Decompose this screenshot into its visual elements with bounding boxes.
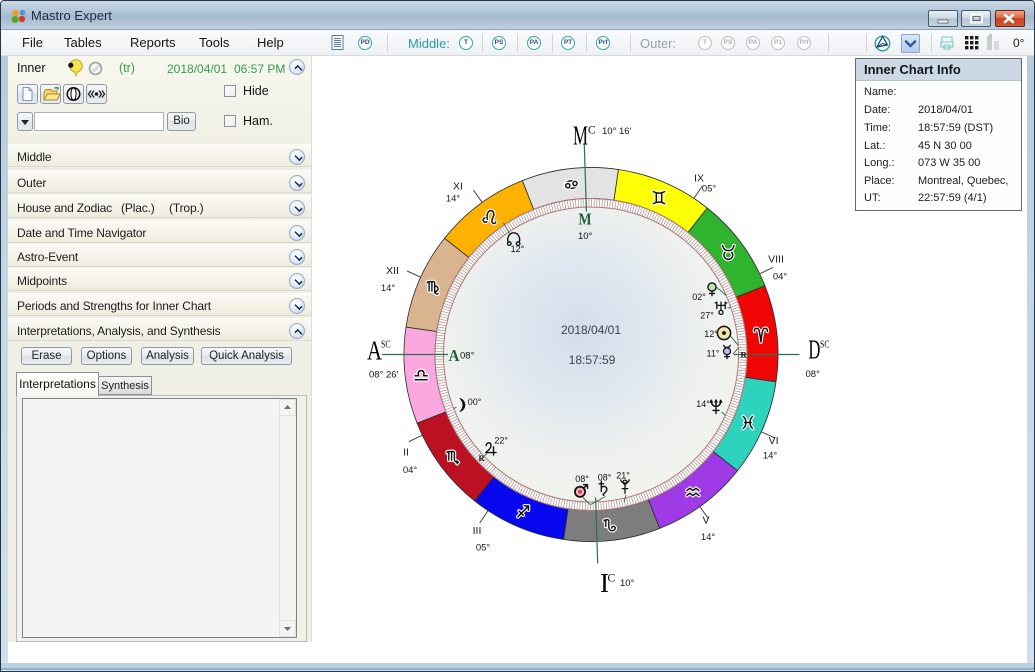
svg-text:D: D bbox=[808, 335, 820, 365]
svg-text:R: R bbox=[741, 350, 748, 360]
svg-text:08°: 08° bbox=[806, 369, 821, 380]
svg-text:27°: 27° bbox=[700, 311, 714, 321]
svg-text:M: M bbox=[573, 121, 588, 151]
svg-text:08° 26′: 08° 26′ bbox=[369, 370, 399, 381]
svg-text:10° 16′: 10° 16′ bbox=[602, 126, 632, 137]
svg-text:XII: XII bbox=[386, 265, 399, 277]
svg-text:10°: 10° bbox=[578, 231, 593, 242]
svg-text:14°: 14° bbox=[763, 450, 778, 461]
svg-text:SC: SC bbox=[820, 340, 830, 351]
svg-text:00°: 00° bbox=[468, 397, 482, 407]
svg-text:08°: 08° bbox=[460, 351, 475, 362]
svg-text:14°: 14° bbox=[701, 532, 716, 543]
svg-text:II: II bbox=[403, 447, 409, 459]
svg-text:C: C bbox=[608, 572, 616, 584]
svg-text:M: M bbox=[579, 210, 592, 229]
svg-text:R: R bbox=[479, 453, 486, 463]
svg-text:18:57:59: 18:57:59 bbox=[569, 353, 616, 367]
svg-text:22°: 22° bbox=[494, 436, 508, 446]
svg-text:21°: 21° bbox=[616, 471, 630, 481]
svg-text:05°: 05° bbox=[476, 543, 491, 554]
svg-text:08°: 08° bbox=[575, 474, 589, 484]
svg-text:V: V bbox=[702, 515, 709, 527]
svg-text:04°: 04° bbox=[403, 465, 418, 476]
svg-text:14°: 14° bbox=[381, 283, 396, 294]
svg-text:A: A bbox=[449, 346, 461, 365]
svg-text:11°: 11° bbox=[707, 349, 720, 359]
svg-text:14°: 14° bbox=[446, 194, 461, 205]
svg-text:10°: 10° bbox=[620, 578, 635, 589]
svg-text:12°: 12° bbox=[511, 244, 525, 254]
svg-text:VIII: VIII bbox=[768, 254, 784, 266]
svg-text:12°: 12° bbox=[704, 329, 718, 339]
svg-text:04°: 04° bbox=[773, 272, 788, 283]
svg-text:III: III bbox=[473, 525, 482, 537]
svg-text:2018/04/01: 2018/04/01 bbox=[561, 323, 621, 337]
svg-text:08°: 08° bbox=[598, 473, 612, 483]
svg-text:SC: SC bbox=[381, 340, 391, 351]
svg-text:02°: 02° bbox=[692, 292, 706, 302]
svg-text:05°: 05° bbox=[702, 184, 717, 195]
svg-text:14°: 14° bbox=[696, 399, 710, 409]
svg-text:C: C bbox=[588, 125, 596, 137]
svg-text:VI: VI bbox=[769, 435, 779, 447]
svg-text:XI: XI bbox=[453, 181, 463, 193]
